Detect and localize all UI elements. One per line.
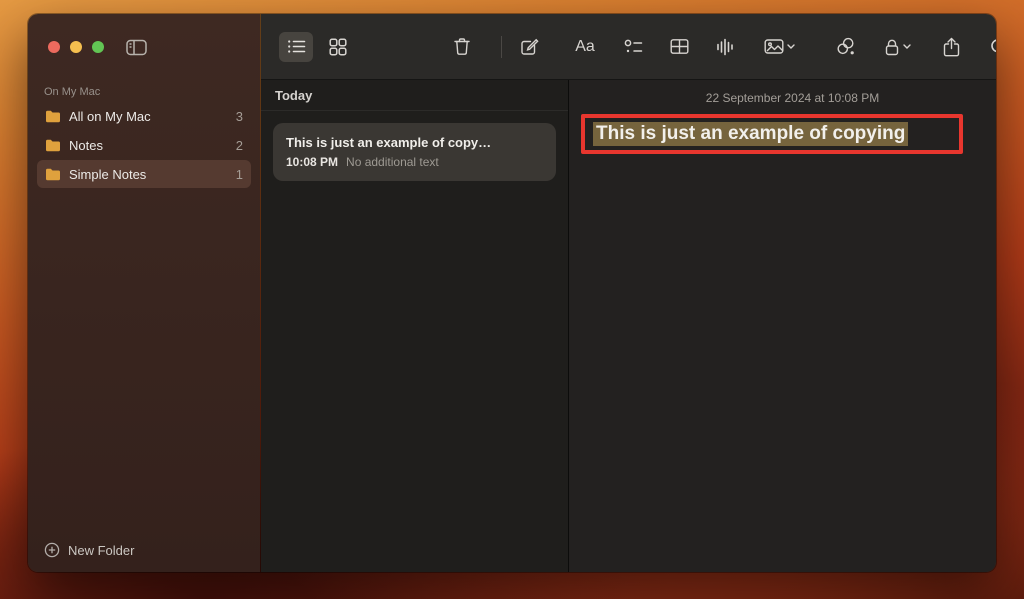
table-button[interactable] xyxy=(662,32,696,62)
notes-window: On My Mac All on My Mac 3 Notes 2 xyxy=(28,14,996,572)
format-button[interactable]: Aa xyxy=(568,32,602,62)
note-list-item[interactable]: This is just an example of copy… 10:08 P… xyxy=(273,123,556,181)
notes-list-pane: Today This is just an example of copy… 1… xyxy=(261,80,569,572)
sidebar-item-label: Notes xyxy=(69,138,103,153)
sidebar-item-all-on-my-mac[interactable]: All on My Mac 3 xyxy=(37,102,251,130)
chevron-down-icon xyxy=(903,44,911,49)
note-item-time: 10:08 PM xyxy=(286,155,338,169)
compose-button[interactable] xyxy=(512,32,546,62)
new-folder-label: New Folder xyxy=(68,543,134,558)
sidebar-folder-list: All on My Mac 3 Notes 2 Simple Notes 1 xyxy=(28,102,260,188)
share-button[interactable] xyxy=(934,32,968,62)
main-area: Aa xyxy=(260,14,996,572)
minimize-button[interactable] xyxy=(70,41,82,53)
desktop-wallpaper: On My Mac All on My Mac 3 Notes 2 xyxy=(0,0,1024,599)
sidebar-item-label: All on My Mac xyxy=(69,109,151,124)
folder-icon xyxy=(45,110,61,123)
sidebar-item-simple-notes[interactable]: Simple Notes 1 xyxy=(37,160,251,188)
toolbar-separator xyxy=(501,36,502,58)
note-date-line: 22 September 2024 at 10:08 PM xyxy=(569,91,996,105)
lock-button[interactable] xyxy=(874,32,920,62)
toolbar: Aa xyxy=(261,14,996,80)
link-button[interactable] xyxy=(828,32,862,62)
folder-icon xyxy=(45,139,61,152)
sidebar-item-label: Simple Notes xyxy=(69,167,146,182)
list-view-button[interactable] xyxy=(279,32,313,62)
note-editor-pane[interactable]: 22 September 2024 at 10:08 PM This is ju… xyxy=(569,80,996,572)
zoom-button[interactable] xyxy=(92,41,104,53)
close-button[interactable] xyxy=(48,41,60,53)
format-label: Aa xyxy=(575,38,595,56)
note-title-text[interactable]: This is just an example of copying xyxy=(593,122,908,146)
note-item-title: This is just an example of copy… xyxy=(286,135,543,150)
sidebar: On My Mac All on My Mac 3 Notes 2 xyxy=(28,14,260,572)
traffic-lights xyxy=(48,41,104,53)
plus-circle-icon xyxy=(44,542,60,558)
new-folder-button[interactable]: New Folder xyxy=(44,542,134,558)
checklist-button[interactable] xyxy=(616,32,650,62)
note-item-preview: No additional text xyxy=(346,155,439,169)
audio-waveform-button[interactable] xyxy=(708,32,742,62)
sidebar-item-count: 2 xyxy=(236,138,243,153)
note-item-meta: 10:08 PM No additional text xyxy=(286,155,543,169)
media-button[interactable] xyxy=(756,32,802,62)
sidebar-item-notes[interactable]: Notes 2 xyxy=(37,131,251,159)
sidebar-item-count: 1 xyxy=(236,167,243,182)
trash-button[interactable] xyxy=(445,32,479,62)
red-annotation-box: This is just an example of copying xyxy=(581,114,963,154)
gallery-view-button[interactable] xyxy=(321,32,355,62)
sidebar-item-count: 3 xyxy=(236,109,243,124)
notes-list-section-header: Today xyxy=(261,80,568,111)
chevron-down-icon xyxy=(787,44,795,49)
sidebar-toggle-icon[interactable] xyxy=(126,39,147,56)
search-icon[interactable] xyxy=(982,32,996,62)
content-area: Today This is just an example of copy… 1… xyxy=(261,80,996,572)
titlebar xyxy=(28,14,260,80)
folder-icon xyxy=(45,168,61,181)
sidebar-section-header: On My Mac xyxy=(44,86,244,98)
